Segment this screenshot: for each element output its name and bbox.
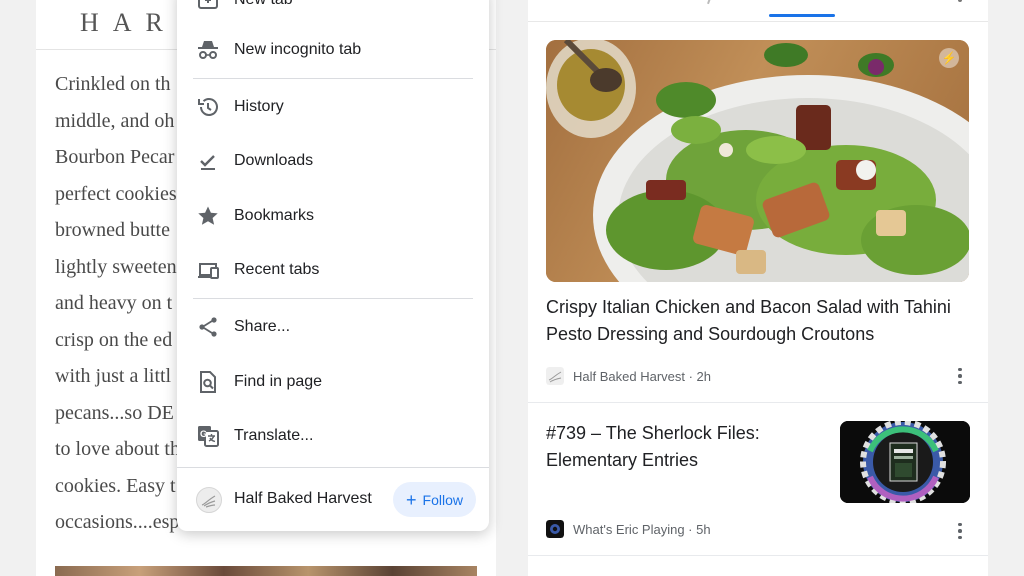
story-image[interactable] [546,40,969,282]
active-tab-indicator [769,14,835,17]
article-line: crisp on the ed [55,328,173,351]
article-line: perfect cookies [55,182,177,205]
story-title[interactable]: Crispy Italian Chicken and Bacon Salad w… [546,294,966,348]
menu-item-new-incognito-tab[interactable]: New incognito tab [177,27,489,73]
overflow-menu: New tab New incognito tab History Downlo… [177,0,489,531]
menu-item-new-tab[interactable]: New tab [177,0,489,23]
menu-site-row: Half Baked Harvest + Follow [177,477,489,523]
menu-divider [193,78,473,79]
article-line: browned butte [55,219,170,241]
article-image [55,566,477,576]
story-source-row: What's Eric Playing · 5h [546,520,711,538]
site-favicon [196,487,222,513]
article-line: Crinkled on th [55,73,171,95]
story-more-icon[interactable] [950,521,970,541]
article-line: middle, and oh [55,109,175,132]
menu-item-history[interactable]: History [177,84,489,130]
story-more-icon[interactable] [950,366,970,386]
menu-item-label: Translate... [234,427,314,444]
menu-divider [177,467,489,468]
top-menu-icon[interactable] [958,0,962,2]
menu-item-bookmarks[interactable]: Bookmarks [177,193,489,239]
menu-item-label: Recent tabs [234,261,320,278]
whats-eric-playing-favicon [546,520,564,538]
find-in-page-icon [200,371,216,393]
story-meta: What's Eric Playing · 5h [573,521,711,537]
translate-icon: G [198,426,219,447]
menu-item-label: Find in page [234,373,323,390]
menu-item-label: Downloads [234,152,314,169]
amp-lightning-icon: ⚡ [939,48,959,68]
share-icon [199,317,217,337]
history-icon [198,98,218,116]
star-icon [198,206,218,225]
site-name: Half Baked Harvest [234,490,372,507]
menu-item-label: Bookmarks [234,207,315,224]
menu-divider [193,298,473,299]
menu-item-find-in-page[interactable]: Find in page [177,359,489,405]
site-logo: HAR [80,8,177,37]
devices-icon [198,263,219,279]
article-line: with just a littl [55,365,172,387]
article-line: lightly sweeten [55,255,177,278]
article-line: to love about th [55,438,180,460]
tab-separator [707,0,711,5]
article-line: pecans...so DE [55,401,174,424]
article-line: Bourbon Pecar [55,146,175,168]
menu-item-label: New tab [234,0,293,9]
article-line: occasions....esp [55,511,180,533]
article-line: cookies. Easy t [55,474,176,497]
card-divider [528,402,988,403]
story-source-row: Half Baked Harvest · 2h [546,367,711,385]
sherlock-game-image [840,421,970,503]
menu-item-label: History [234,98,284,115]
menu-item-translate[interactable]: G Translate... [177,413,489,459]
story-title[interactable]: #739 – The Sherlock Files: Elementary En… [546,420,806,474]
right-phone-screen: ⚡ Crispy Italian Chicken and Bacon Salad… [528,0,988,576]
card-divider [528,555,988,556]
salad-photo [546,40,969,282]
follow-label: Follow [422,491,463,508]
plus-icon: + [406,489,417,510]
download-icon [200,155,215,170]
svg-text:G: G [200,429,207,439]
new-tab-icon [198,0,218,9]
incognito-icon [198,41,218,59]
feed-tab-bar [528,0,988,22]
menu-item-recent-tabs[interactable]: Recent tabs [177,247,489,293]
menu-item-downloads[interactable]: Downloads [177,138,489,184]
menu-item-label: Share... [234,318,291,335]
story-meta: Half Baked Harvest · 2h [573,368,712,384]
menu-item-share[interactable]: Share... [177,304,489,350]
article-line: and heavy on t [55,292,173,314]
menu-item-label: New incognito tab [234,41,362,58]
article-body: Crinkled on th middle, and oh Bourbon Pe… [55,66,180,541]
half-baked-harvest-favicon [546,367,564,385]
follow-button[interactable]: + Follow [393,482,476,517]
story-thumbnail[interactable] [840,421,970,503]
